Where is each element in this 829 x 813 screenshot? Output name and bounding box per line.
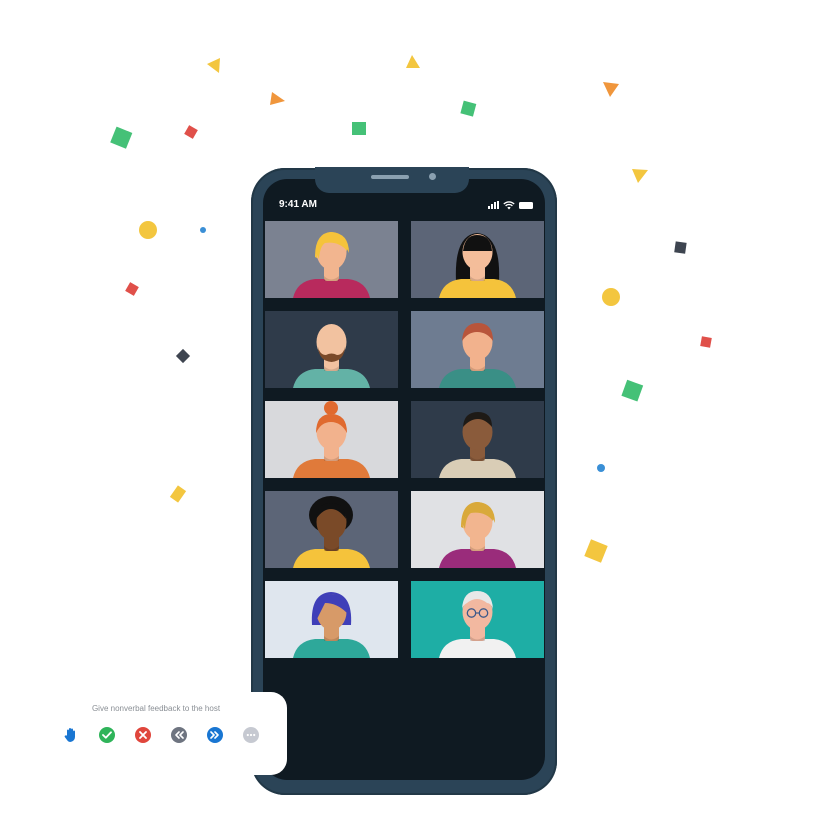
video-grid — [265, 221, 544, 658]
go-slower-button[interactable] — [171, 727, 187, 743]
confetti-square — [584, 539, 608, 563]
status-icons — [488, 200, 533, 210]
confetti-square — [175, 348, 191, 364]
video-tile-1[interactable] — [265, 221, 398, 298]
participant-avatar — [411, 491, 544, 568]
speaker-grille — [371, 175, 409, 179]
confetti-square — [352, 122, 366, 135]
more-icon — [246, 733, 256, 737]
go-slower-icon — [175, 731, 184, 739]
participant-avatar — [411, 581, 544, 658]
confetti-triangle — [603, 82, 619, 97]
confetti-square — [700, 336, 712, 348]
phone-frame: 9:41 AM — [251, 167, 557, 795]
video-tile-6[interactable] — [411, 401, 544, 478]
battery-icon — [519, 201, 533, 209]
participant-avatar — [265, 311, 398, 388]
yes-button[interactable] — [99, 727, 115, 743]
confetti-circle — [597, 464, 605, 472]
feedback-panel: Give nonverbal feedback to the host — [25, 692, 287, 775]
phone-screen: 9:41 AM — [263, 179, 545, 780]
confetti-circle — [602, 288, 620, 306]
confetti-square — [125, 282, 139, 296]
video-tile-10[interactable] — [411, 581, 544, 658]
front-camera — [429, 173, 436, 180]
yes-check-icon — [102, 731, 112, 739]
confetti-circle — [139, 221, 157, 239]
status-time: 9:41 AM — [279, 199, 317, 210]
wifi-icon — [503, 200, 515, 209]
confetti-circle — [200, 227, 206, 233]
confetti-square — [184, 125, 198, 139]
participant-avatar — [265, 581, 398, 658]
video-tile-5[interactable] — [265, 401, 398, 478]
confetti-square — [460, 100, 477, 117]
participant-avatar — [411, 401, 544, 478]
phone-notch — [315, 167, 469, 193]
reaction-bar — [63, 727, 259, 744]
raise-hand-shape — [64, 728, 75, 742]
go-faster-icon — [210, 731, 219, 739]
confetti-triangle — [207, 58, 220, 73]
signal-icon — [488, 201, 499, 209]
video-tile-4[interactable] — [411, 311, 544, 388]
feedback-prompt: Give nonverbal feedback to the host — [91, 704, 221, 713]
video-tile-3[interactable] — [265, 311, 398, 388]
video-tile-7[interactable] — [265, 491, 398, 568]
confetti-square — [674, 241, 687, 254]
raise-hand-button[interactable] — [63, 727, 79, 743]
no-button[interactable] — [135, 727, 151, 743]
video-tile-2[interactable] — [411, 221, 544, 298]
confetti-triangle — [270, 92, 285, 105]
confetti-square — [110, 126, 133, 149]
confetti-square — [621, 379, 644, 402]
no-x-icon — [139, 731, 147, 739]
participant-avatar — [265, 491, 398, 568]
participant-avatar — [411, 311, 544, 388]
participant-avatar — [265, 401, 398, 478]
confetti-triangle — [632, 169, 648, 183]
raise-hand-icon — [64, 728, 75, 742]
more-button[interactable] — [243, 727, 259, 743]
participant-avatar — [411, 221, 544, 298]
video-tile-9[interactable] — [265, 581, 398, 658]
participant-avatar — [265, 221, 398, 298]
video-tile-8[interactable] — [411, 491, 544, 568]
confetti-square — [169, 485, 187, 503]
go-faster-button[interactable] — [207, 727, 223, 743]
confetti-triangle — [406, 55, 420, 68]
